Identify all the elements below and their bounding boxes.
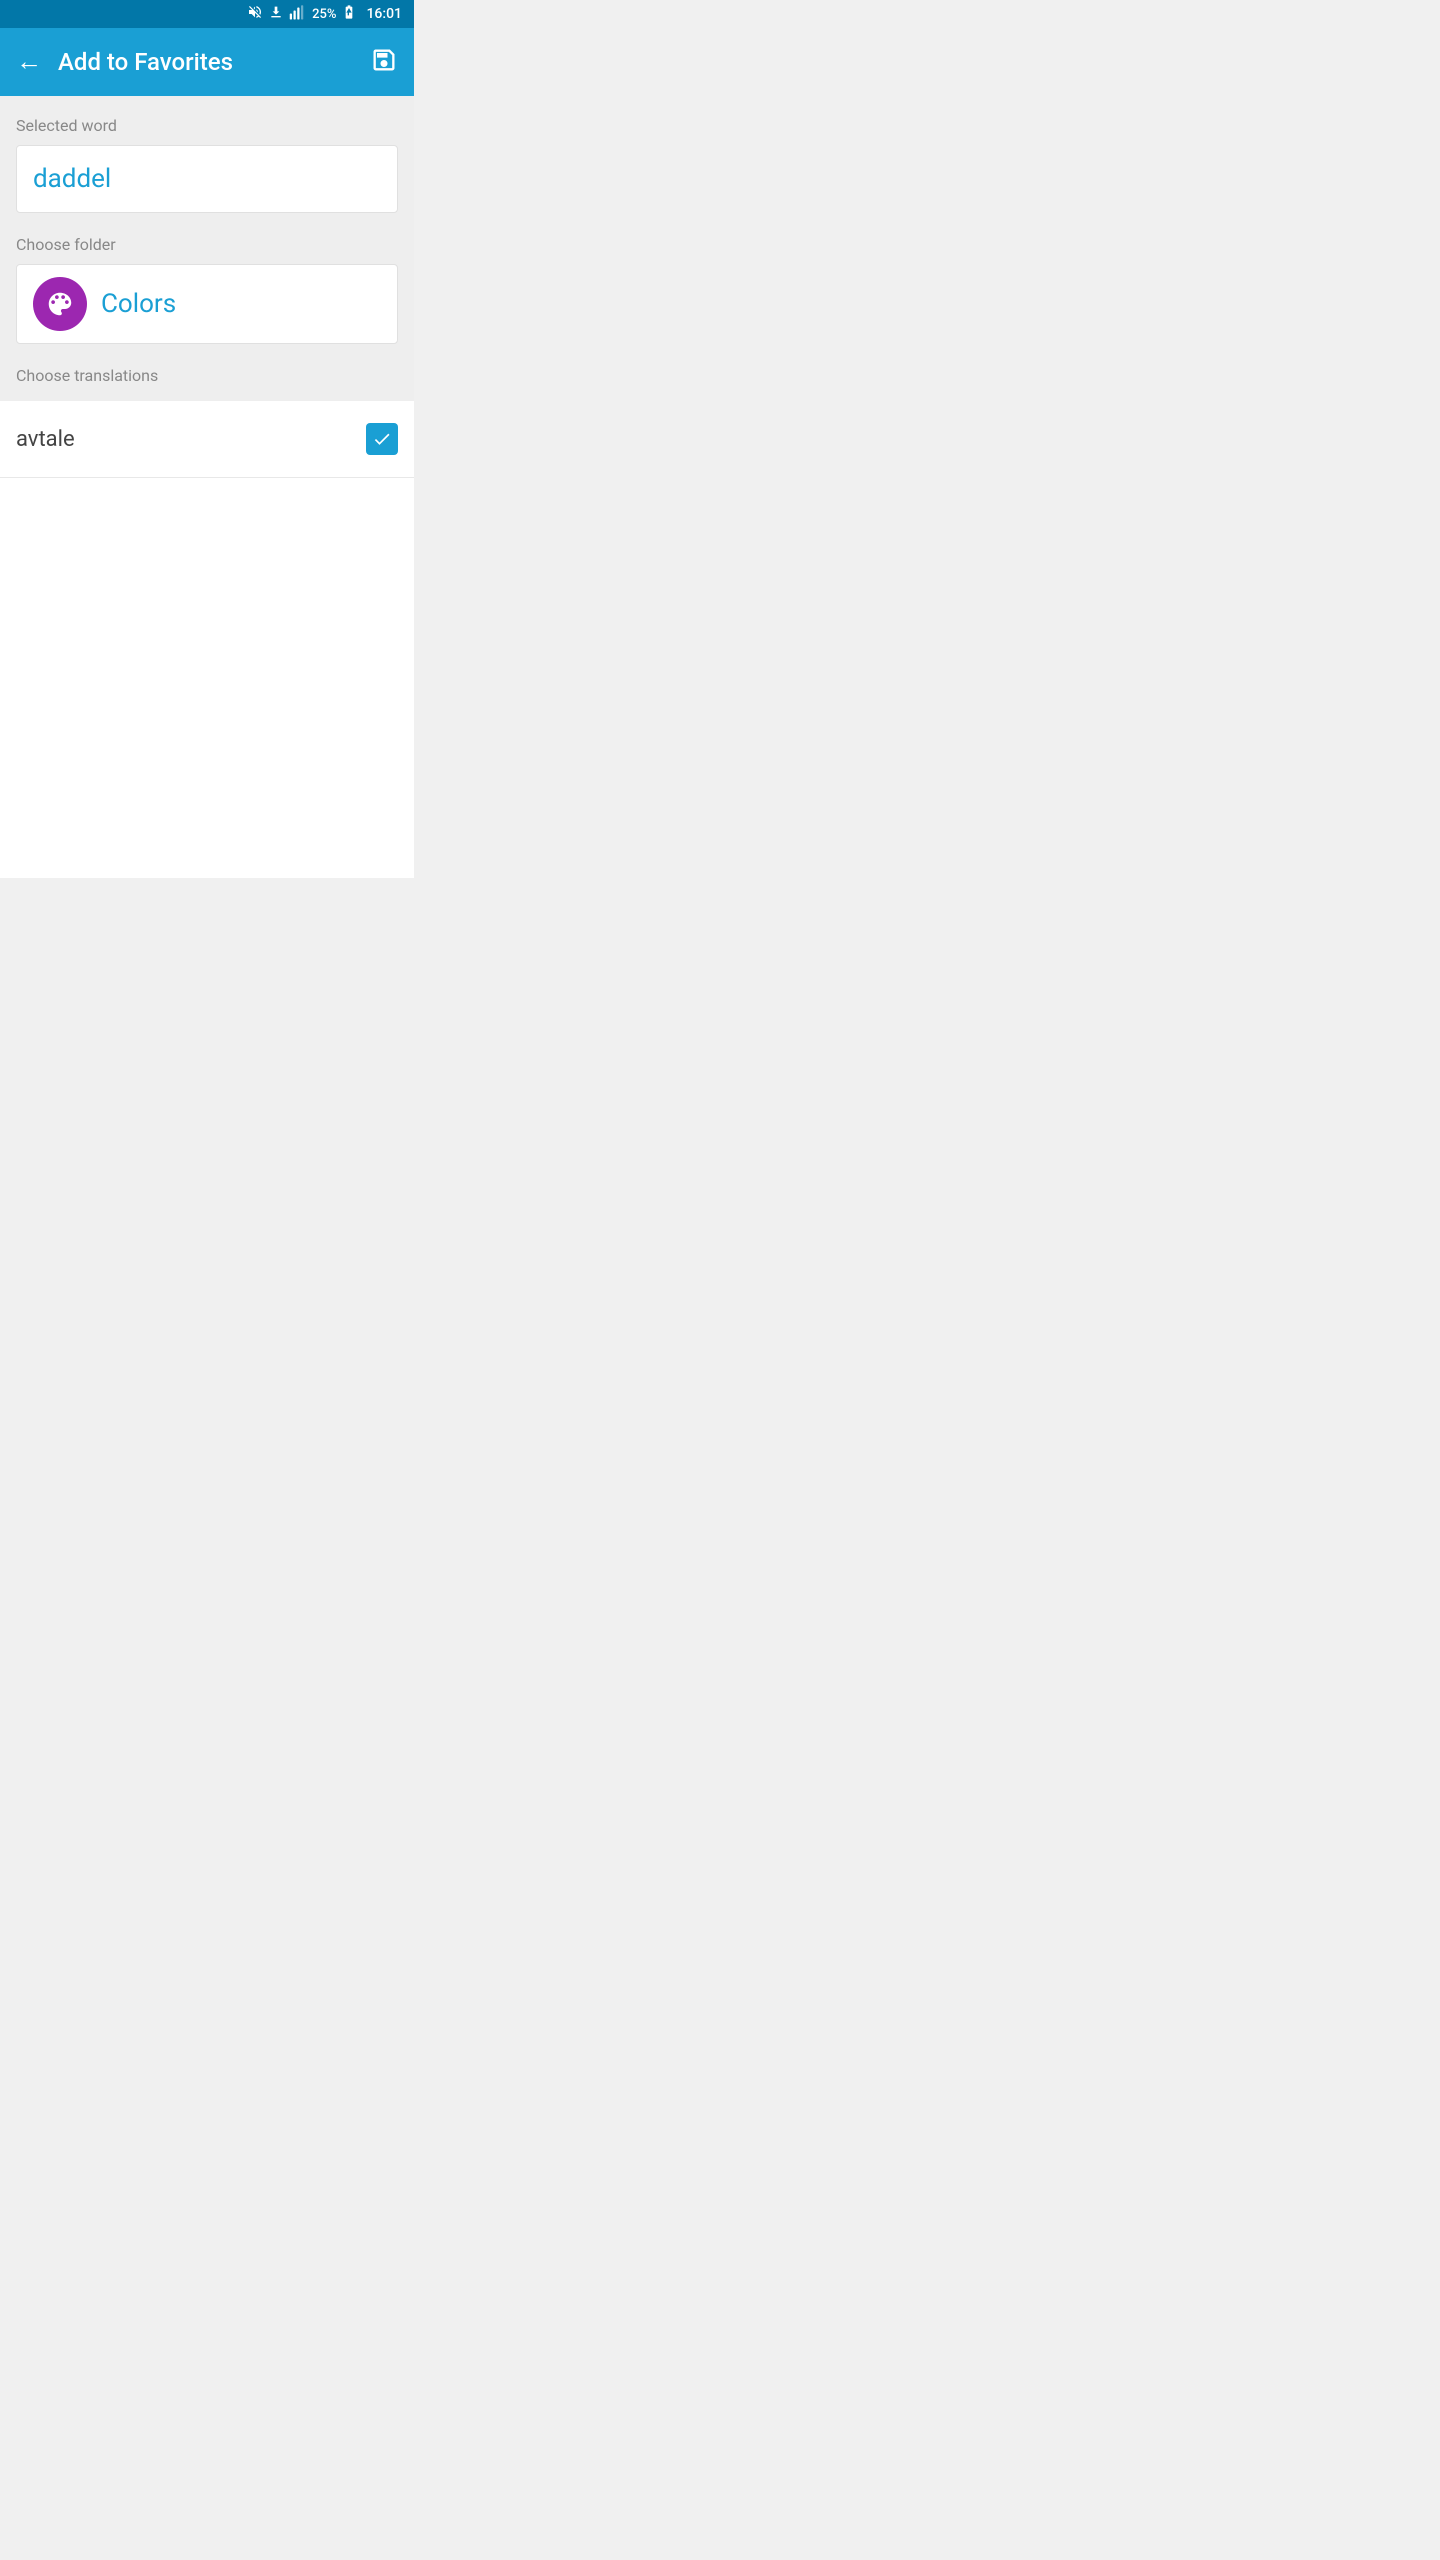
translation-checkbox[interactable] [366,423,398,455]
translation-item[interactable]: avtale [0,401,414,478]
translation-word: avtale [16,427,75,452]
choose-folder-label: Choose folder [16,235,398,254]
empty-area [0,478,414,878]
folder-selector[interactable]: Colors [16,264,398,344]
signal-icon [289,4,307,24]
content-area: Selected word daddel Choose folder Color… [0,96,414,401]
mute-icon [247,4,263,24]
battery-percentage: 25% [312,7,336,22]
back-button[interactable]: ← [16,49,42,75]
selected-word-label: Selected word [16,116,398,135]
selected-word-value: daddel [33,164,111,194]
folder-icon-circle [33,277,87,331]
status-icons: 25% 16:01 [247,4,402,24]
folder-name: Colors [101,289,176,319]
download-icon [268,4,284,24]
save-button[interactable] [370,46,398,78]
page-title: Add to Favorites [58,48,233,76]
time: 16:01 [366,6,402,22]
palette-icon [45,289,75,319]
checkmark-icon [372,429,392,449]
status-bar: 25% 16:01 [0,0,414,28]
selected-word-field[interactable]: daddel [16,145,398,213]
choose-translations-label: Choose translations [16,366,398,401]
translations-list: avtale [0,401,414,478]
app-bar-left: ← Add to Favorites [16,48,233,76]
app-bar: ← Add to Favorites [0,28,414,96]
battery-icon [341,4,357,24]
